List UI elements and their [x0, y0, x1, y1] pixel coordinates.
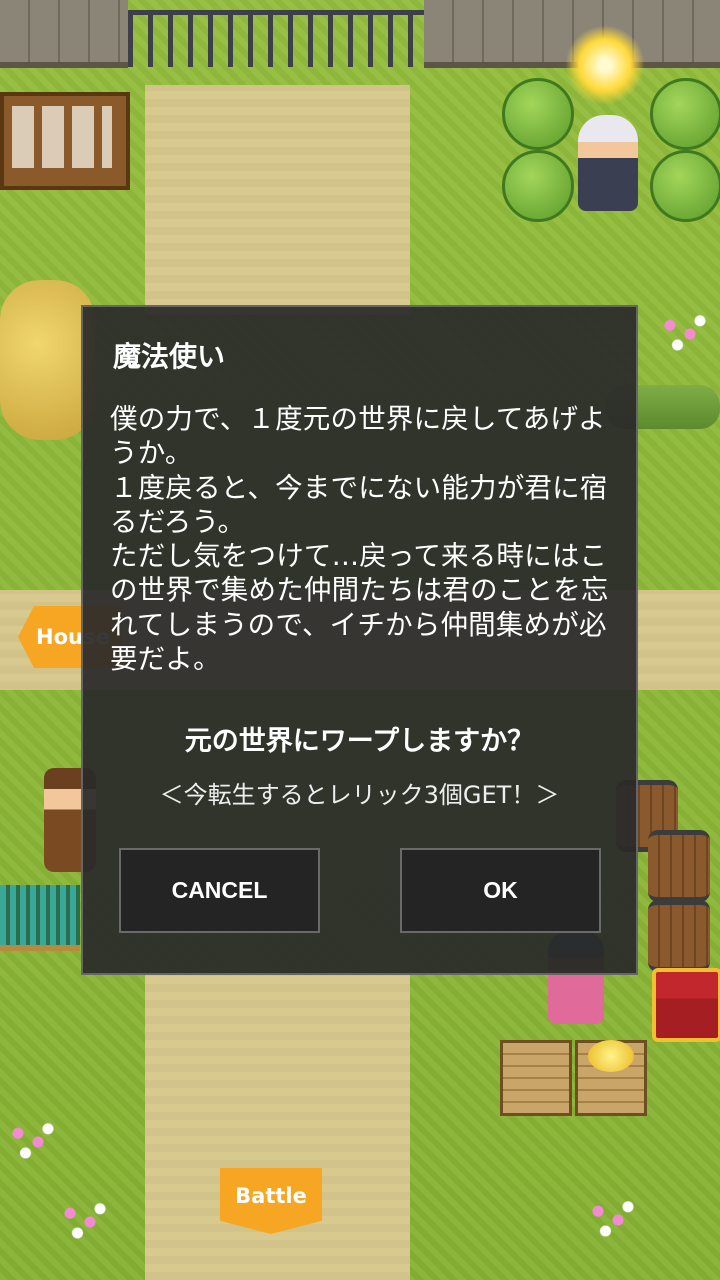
gold-coins	[588, 1040, 634, 1072]
stone-wall-left	[0, 0, 128, 68]
crop-field	[0, 885, 80, 951]
notice-board[interactable]	[0, 92, 130, 190]
warp-dialog: 魔法使い 僕の力で、１度元の世界に戻してあげようか。 １度戻ると、今までにない能…	[81, 305, 638, 975]
dirt-path-top	[145, 85, 410, 315]
flower-patch	[8, 1120, 58, 1164]
warp-question: 元の世界にワープしますか？	[184, 726, 535, 757]
battle-sign-button[interactable]: Battle	[220, 1168, 322, 1234]
bush	[502, 78, 574, 150]
dialog-message: 僕の力で、１度元の世界に戻してあげようか。 １度戻ると、今までにない能力が君に宿…	[110, 403, 609, 676]
bush	[502, 150, 574, 222]
treasure-chest[interactable]	[652, 968, 720, 1042]
flower-patch	[60, 1200, 110, 1244]
iron-fence	[128, 10, 424, 67]
flower-patch	[588, 1198, 638, 1242]
wizard-npc[interactable]	[578, 115, 638, 211]
speaker-name: 魔法使い	[113, 340, 226, 373]
dirt-path-bottom	[145, 975, 410, 1280]
bush	[650, 78, 720, 150]
flower-patch	[660, 312, 710, 356]
ok-button[interactable]: OK	[400, 848, 601, 933]
wooden-crate	[500, 1040, 572, 1116]
relic-bonus-text: ＜今転生するとレリック3個GET！＞	[159, 781, 560, 809]
barrel	[648, 900, 710, 972]
magic-light	[565, 25, 645, 105]
barrel	[648, 830, 710, 902]
bush	[650, 150, 720, 222]
cancel-button[interactable]: CANCEL	[119, 848, 320, 933]
